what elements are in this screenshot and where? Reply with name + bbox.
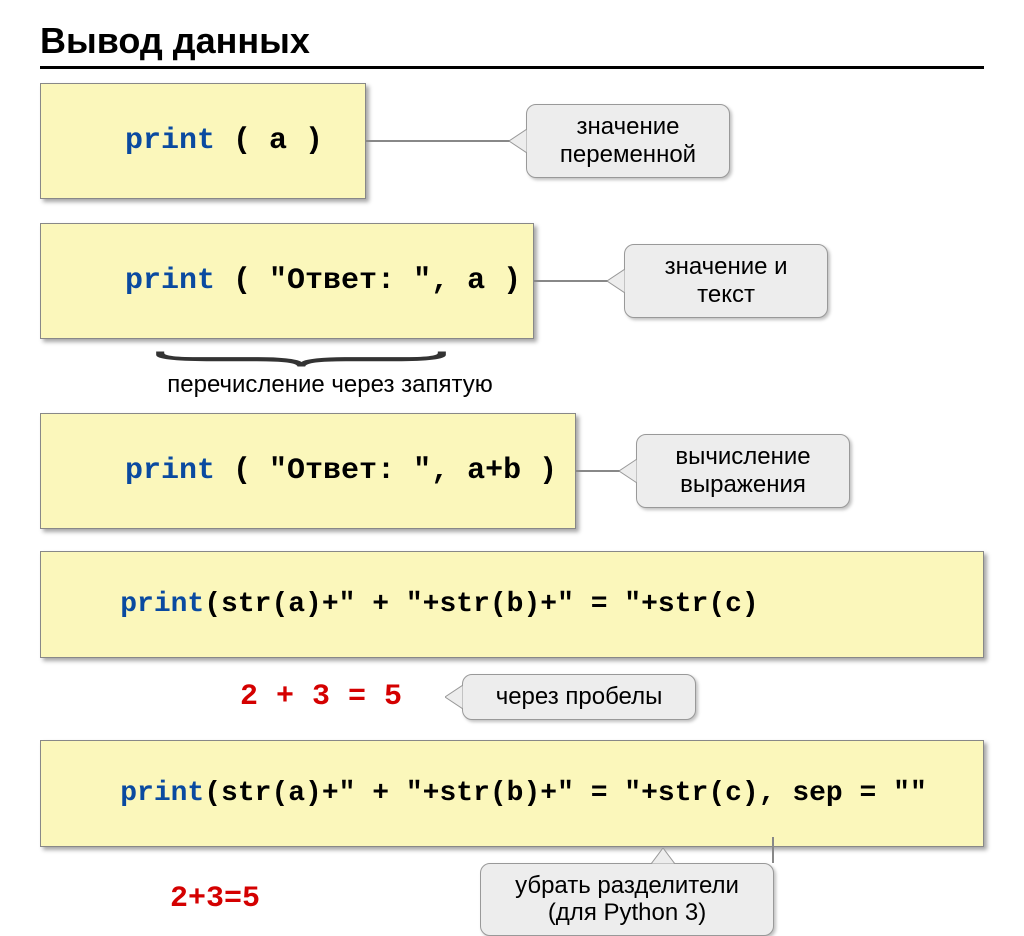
keyword: print bbox=[120, 589, 204, 620]
caption-enum: перечисление через запятую bbox=[120, 371, 540, 399]
callout-spaces: через пробелы bbox=[462, 674, 696, 720]
connector-vertical bbox=[772, 837, 774, 863]
keyword: print bbox=[125, 264, 215, 298]
callout-value-and-text: значение и текст bbox=[624, 244, 828, 317]
row-3: print ( "Ответ: ", a+b ) вычисление выра… bbox=[40, 413, 984, 529]
row-2: print ( "Ответ: ", a ) значение и текст bbox=[40, 223, 984, 339]
connector-line bbox=[366, 140, 526, 142]
code-rest: ( a ) bbox=[215, 124, 323, 158]
keyword: print bbox=[125, 124, 215, 158]
code-box-3: print ( "Ответ: ", a+b ) bbox=[40, 413, 576, 529]
brace-enum: } bbox=[180, 341, 450, 365]
callout-text-line1: убрать разделители bbox=[497, 872, 757, 900]
keyword: print bbox=[120, 778, 204, 809]
callout-text: через пробелы bbox=[496, 683, 663, 710]
code-rest: ( "Ответ: ", a+b ) bbox=[215, 454, 557, 488]
page-title: Вывод данных bbox=[40, 20, 984, 69]
callout-var-value: значение переменной bbox=[526, 104, 730, 177]
code-box-2: print ( "Ответ: ", a ) bbox=[40, 223, 534, 339]
code-rest: (str(a)+" + "+str(b)+" = "+str(c) bbox=[204, 589, 759, 620]
result-text-1: 2 + 3 = 5 bbox=[240, 680, 402, 714]
row-1: print ( a ) значение переменной bbox=[40, 83, 984, 199]
code-box-1: print ( a ) bbox=[40, 83, 366, 199]
result-text-2: 2+3=5 bbox=[170, 882, 260, 916]
callout-text: вычисление выражения bbox=[675, 443, 810, 498]
row-result-1: 2 + 3 = 5 через пробелы bbox=[40, 674, 984, 720]
callout-text: значение переменной bbox=[560, 113, 696, 168]
code-box-5: print(str(a)+" + "+str(b)+" = "+str(c), … bbox=[40, 740, 984, 847]
callout-text: значение и текст bbox=[665, 253, 788, 308]
code-rest: (str(a)+" + "+str(b)+" = "+str(c), sep =… bbox=[204, 778, 927, 809]
callout-expression: вычисление выражения bbox=[636, 434, 850, 507]
row-4: print(str(a)+" + "+str(b)+" = "+str(c) bbox=[40, 551, 984, 658]
code-rest: ( "Ответ: ", a ) bbox=[215, 264, 521, 298]
keyword: print bbox=[125, 454, 215, 488]
code-box-4: print(str(a)+" + "+str(b)+" = "+str(c) bbox=[40, 551, 984, 658]
row-5: print(str(a)+" + "+str(b)+" = "+str(c), … bbox=[40, 740, 984, 847]
row-result-2: 2+3=5 убрать разделители (для Python 3) bbox=[40, 863, 984, 936]
callout-text-line2: (для Python 3) bbox=[497, 899, 757, 927]
callout-sep: убрать разделители (для Python 3) bbox=[480, 863, 774, 936]
